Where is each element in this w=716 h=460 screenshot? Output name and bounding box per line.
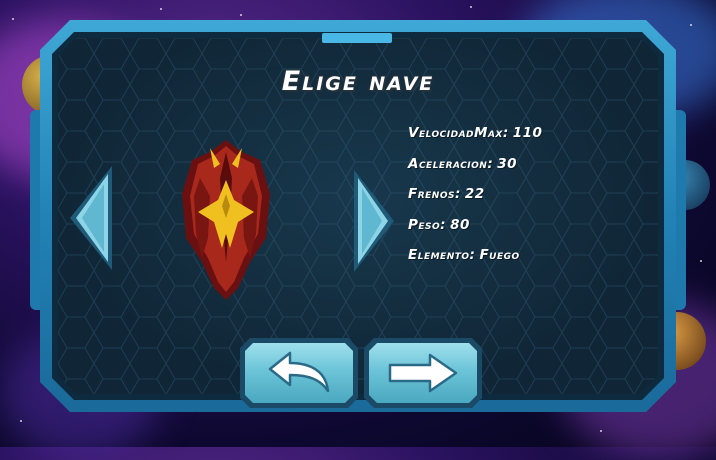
frame-top-tab [322, 33, 392, 43]
triangle-left-icon [70, 166, 112, 270]
stat-max-speed: VelocidadMax: 110 [408, 125, 543, 141]
confirm-button[interactable] [364, 338, 482, 408]
right-arrow-icon [388, 353, 458, 393]
curved-back-arrow-icon [268, 351, 330, 393]
stat-element: Elemento: Fuego [408, 247, 520, 263]
ship-stats: VelocidadMax: 110 Aceleracion: 30 Frenos: 2… [408, 124, 668, 277]
stat-weight: Peso: 80 [408, 216, 470, 233]
prev-ship-button[interactable] [66, 162, 116, 274]
stat-brakes: Frenos: 22 [408, 186, 485, 202]
back-button[interactable] [240, 338, 358, 408]
next-ship-button[interactable] [350, 166, 398, 276]
screen-title: Elige nave [281, 66, 435, 97]
stat-acceleration: Aceleracion: 30 [408, 155, 518, 172]
ship-image [180, 138, 272, 302]
triangle-right-icon [354, 170, 394, 272]
